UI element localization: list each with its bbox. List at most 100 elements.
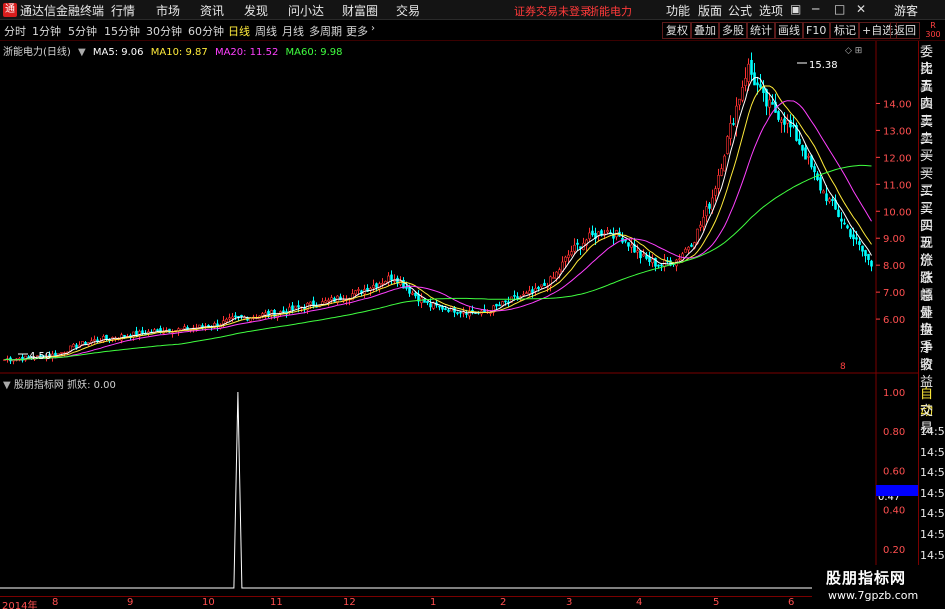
candle-body xyxy=(468,310,471,317)
settings-icon[interactable]: ▼ xyxy=(78,47,86,58)
candle-body xyxy=(714,188,717,196)
price-label: 10.00 xyxy=(883,207,912,218)
candle-body xyxy=(264,312,267,316)
x-label: 5 xyxy=(713,597,720,608)
candle-body xyxy=(642,254,645,257)
menu-layout[interactable]: 版面 xyxy=(698,2,722,19)
candle-body xyxy=(831,199,834,201)
period-15min[interactable]: 15分钟 xyxy=(104,23,140,39)
ma5-label: MA5: 9.06 xyxy=(92,47,144,58)
x-label: 10 xyxy=(202,597,215,608)
menu-market-quotes[interactable]: 行情 xyxy=(111,2,135,19)
period-weekly[interactable]: 周线 xyxy=(255,23,277,39)
candle-body xyxy=(381,282,384,285)
candle-body xyxy=(447,309,450,312)
button-back[interactable]: 返回 xyxy=(890,22,920,39)
menu-ask[interactable]: 问小达 xyxy=(288,2,324,19)
side-time: 14:56 xyxy=(920,507,945,521)
period-30min[interactable]: 30分钟 xyxy=(146,23,182,39)
button-statistics[interactable]: 统计 xyxy=(746,22,776,39)
button-overlay[interactable]: 叠加 xyxy=(690,22,720,39)
app-title: 通达信金融终端 xyxy=(20,4,105,18)
candle-body xyxy=(777,111,780,120)
indicator-chart[interactable]: 1.000.800.600.470.400.20 xyxy=(0,374,918,596)
login-status[interactable]: 证券交易未登录 xyxy=(514,3,591,19)
indicator-settings-icon[interactable]: ▼ xyxy=(3,380,11,391)
x-label: 8 xyxy=(52,597,59,608)
x-label: 1 xyxy=(430,597,437,608)
side-time: 14:56 xyxy=(920,466,945,480)
candle-body xyxy=(462,311,465,314)
title-bar: 通 通达信金融终端 行情 市场 资讯 发现 问小达 财富圈 交易 证券交易未登录… xyxy=(0,0,945,20)
x-label: 11 xyxy=(270,597,283,608)
candle-body xyxy=(639,250,642,259)
candle-body xyxy=(228,317,231,320)
candle-body xyxy=(645,255,648,259)
price-chart[interactable]: 14.00 13.00 12.00 11.00 10.00 9.00 8.00 7.00 6.0… xyxy=(0,41,918,374)
candle-body xyxy=(372,285,375,289)
candle-body xyxy=(324,300,327,303)
candle-body xyxy=(576,242,579,245)
price-label: 13.00 xyxy=(883,126,912,137)
candle-body xyxy=(723,155,726,172)
candle-body xyxy=(75,344,78,349)
svg-text:4.50: 4.50 xyxy=(29,351,51,362)
close-icon[interactable]: ✕ xyxy=(856,2,866,16)
period-1min[interactable]: 1分钟 xyxy=(32,23,61,39)
candle-body xyxy=(852,234,855,240)
period-60min[interactable]: 60分钟 xyxy=(188,23,224,39)
candle-body xyxy=(708,203,711,209)
period-daily[interactable]: 日线 xyxy=(228,23,250,39)
menu-trade[interactable]: 交易 xyxy=(396,2,420,19)
candle-body xyxy=(843,222,846,225)
indicator-axis-label: 0.60 xyxy=(883,466,905,477)
button-draw-line[interactable]: 画线 xyxy=(774,22,804,39)
menu-formula[interactable]: 公式 xyxy=(728,2,752,19)
menu-wealth[interactable]: 财富圈 xyxy=(342,2,378,19)
candle-body xyxy=(537,286,540,289)
button-adjust[interactable]: 复权 xyxy=(662,22,692,39)
period-timeshare[interactable]: 分时 xyxy=(4,23,26,39)
candle-body xyxy=(804,147,807,160)
candle-body xyxy=(444,308,447,310)
indicator-axis-label: 0.80 xyxy=(883,427,905,438)
candle-body xyxy=(330,297,333,301)
button-multi-stock[interactable]: 多股 xyxy=(718,22,748,39)
candle-body xyxy=(825,193,828,202)
guest-user[interactable]: 游客 xyxy=(894,2,918,19)
candle-body xyxy=(573,244,576,252)
candle-body xyxy=(591,230,594,236)
menu-news[interactable]: 资讯 xyxy=(200,2,224,19)
period-more[interactable]: 更多 xyxy=(346,23,368,39)
candle-body xyxy=(735,105,738,127)
period-5min[interactable]: 5分钟 xyxy=(68,23,97,39)
button-f10[interactable]: F10 xyxy=(802,22,831,39)
button-mark[interactable]: 标记 xyxy=(830,22,860,39)
menu-options[interactable]: 选项 xyxy=(759,2,783,19)
candle-body xyxy=(720,168,723,176)
candle-body xyxy=(792,125,795,127)
candle-body xyxy=(390,274,393,281)
chevron-right-icon[interactable]: › xyxy=(371,23,375,34)
period-multi[interactable]: 多周期 xyxy=(309,23,342,39)
candle-body xyxy=(465,313,468,315)
svg-text:15.38: 15.38 xyxy=(809,60,838,71)
menu-discover[interactable]: 发现 xyxy=(244,2,268,19)
candle-body xyxy=(432,302,435,309)
restore-layout-icon[interactable]: ▣ xyxy=(790,2,801,16)
candle-body xyxy=(678,258,681,261)
menu-function[interactable]: 功能 xyxy=(666,2,690,19)
ma60-label: MA60: 9.98 xyxy=(285,47,343,58)
menu-market[interactable]: 市场 xyxy=(156,2,180,19)
period-monthly[interactable]: 月线 xyxy=(282,23,304,39)
maximize-icon[interactable]: □ xyxy=(834,2,845,16)
price-label: 6.00 xyxy=(883,315,905,326)
minimize-icon[interactable]: ─ xyxy=(812,2,819,16)
candle-body xyxy=(801,145,804,151)
candle-body xyxy=(855,237,858,240)
price-label: 11.00 xyxy=(883,180,912,191)
candle-body xyxy=(183,326,186,330)
candle-body xyxy=(732,123,735,125)
expand-icon[interactable]: ◇ ⊞ xyxy=(845,46,862,56)
dividend-marker: 8 xyxy=(840,362,846,372)
